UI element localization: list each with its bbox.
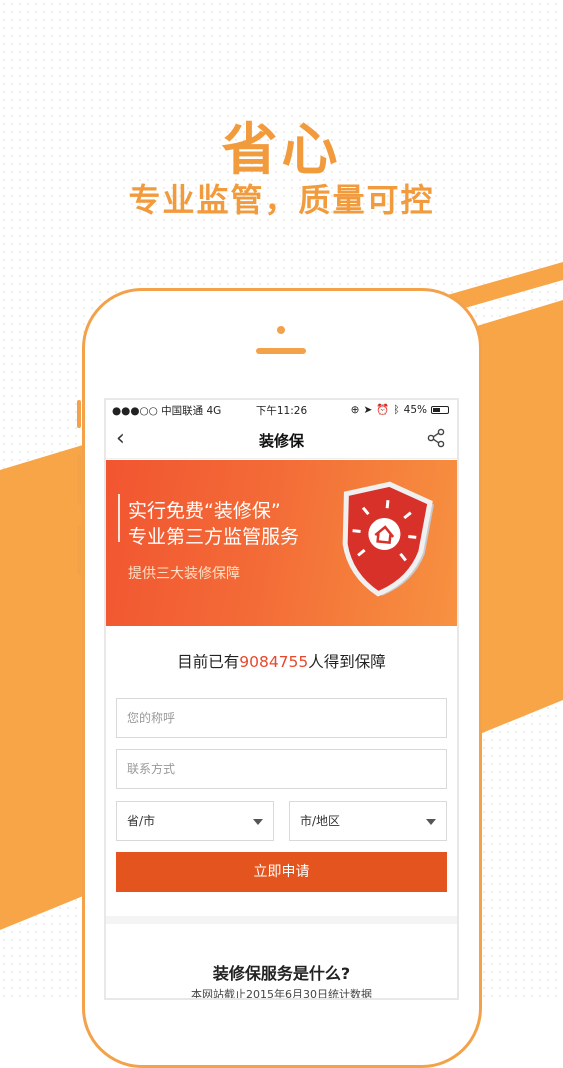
chevron-down-icon [253, 819, 263, 825]
promo-subheadline: 专业监管，质量可控 [128, 181, 435, 219]
section-divider [106, 916, 457, 924]
bluetooth-icon: ᛒ [393, 403, 400, 416]
count-number: 9084755 [239, 653, 309, 671]
phone-volume-up [77, 455, 81, 505]
promo-headline: 省心 [221, 118, 342, 183]
city-select-value: 市/地区 [300, 814, 341, 828]
phone-camera [277, 326, 285, 334]
apply-button[interactable]: 立即申请 [116, 852, 447, 892]
contact-input[interactable]: 联系方式 [116, 749, 447, 789]
banner-accent-line [118, 494, 120, 542]
chevron-down-icon [426, 819, 436, 825]
banner-line-3: 提供三大装修保障 [128, 566, 240, 582]
banner-line-1: 实行免费“装修保” [128, 500, 281, 522]
location-icon: ➤ [363, 403, 373, 416]
count-prefix: 目前已有 [177, 653, 240, 671]
count-suffix: 人得到保障 [308, 653, 386, 671]
info-title: 装修保服务是什么? [212, 964, 351, 983]
shield-house-icon [334, 478, 434, 602]
province-select[interactable]: 省/市 [116, 801, 274, 841]
app-screen: ●●●○○ 中国联通 4G 下午11:26 ⊕ ➤ ⏰ ᛒ 45% ‹ 装修保 … [104, 398, 459, 1000]
battery-icon [431, 405, 449, 414]
banner-line-2: 专业第三方监管服务 [128, 526, 300, 548]
nav-bar: ‹ 装修保 [106, 420, 457, 459]
status-bar: ●●●○○ 中国联通 4G 下午11:26 ⊕ ➤ ⏰ ᛒ 45% [106, 400, 457, 420]
name-input[interactable]: 您的称呼 [116, 698, 447, 738]
battery-percent: 45% [403, 403, 427, 416]
share-icon[interactable] [427, 428, 445, 452]
phone-speaker [256, 348, 306, 354]
phone-mute-switch [77, 400, 81, 428]
info-subtitle: 本网站截止2015年6月30日统计数据 [191, 988, 372, 1000]
phone-volume-down [77, 525, 81, 575]
protected-count: 目前已有9084755人得到保障 [106, 650, 457, 672]
status-indicators: ⊕ ➤ ⏰ ᛒ 45% [351, 403, 449, 416]
province-select-value: 省/市 [127, 814, 156, 828]
alarm-icon: ⏰ [376, 404, 390, 416]
lock-rotation-icon: ⊕ [350, 403, 360, 416]
promo-banner[interactable]: 实行免费“装修保” 专业第三方监管服务 提供三大装修保障 [106, 460, 457, 626]
page-title: 装修保 [258, 432, 304, 450]
city-select[interactable]: 市/地区 [289, 801, 447, 841]
